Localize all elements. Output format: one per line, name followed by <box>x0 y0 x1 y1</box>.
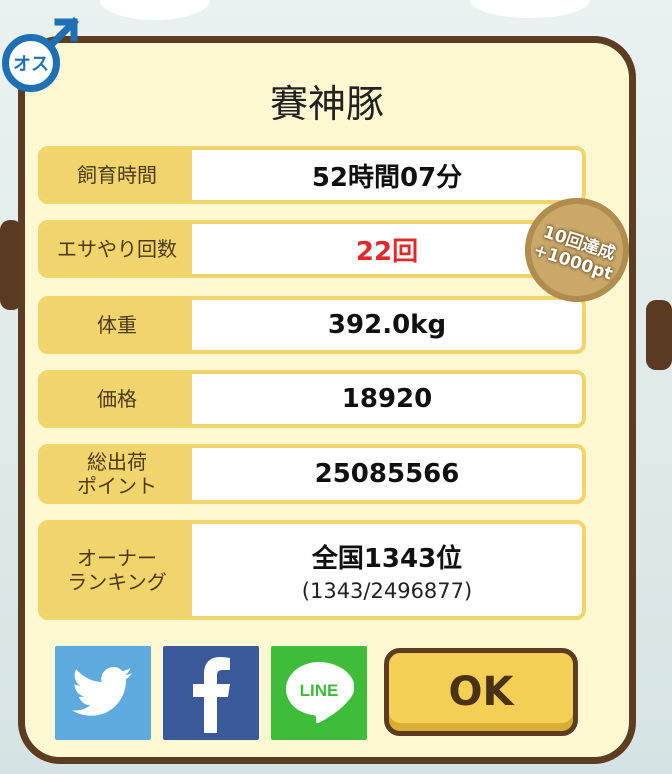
male-icon: オス <box>0 14 79 92</box>
snow-decoration <box>100 0 210 20</box>
row-value: 全国1343位 (1343/2496877) <box>192 524 582 616</box>
row-label: エサやり回数 <box>42 224 192 274</box>
facebook-icon <box>193 657 230 733</box>
row-label: 総出荷 ポイント <box>42 448 192 500</box>
snow-decoration <box>470 0 590 18</box>
achievement-badge: 10回達成 +1000pt <box>525 198 629 302</box>
feeding-count-value: 22回 <box>355 236 419 267</box>
line-icon: LINE <box>286 662 354 724</box>
tree-trunk <box>646 300 672 370</box>
row-value: 392.0kg <box>192 300 582 350</box>
twitter-icon <box>72 667 132 716</box>
row-raising-time: 飼育時間 52時間07分 <box>38 146 586 204</box>
row-weight: 体重 392.0kg <box>38 296 586 354</box>
price-value: 18920 <box>341 384 433 414</box>
line-share-button[interactable]: LINE <box>271 646 367 740</box>
row-value: 25085566 <box>192 448 582 500</box>
shipping-points-value: 25085566 <box>314 459 460 489</box>
row-value: 18920 <box>192 374 582 424</box>
row-label: 価格 <box>42 374 192 424</box>
ranking-detail: (1343/2496877) <box>301 578 473 603</box>
row-label: オーナー ランキング <box>42 524 192 616</box>
row-label: 飼育時間 <box>42 150 192 200</box>
ok-button[interactable]: OK <box>384 648 578 736</box>
facebook-share-button[interactable] <box>163 646 259 740</box>
line-label: LINE <box>300 681 339 700</box>
raising-time-value: 52時間07分 <box>311 162 463 193</box>
ranking-value: 全国1343位 <box>311 543 463 574</box>
pig-name-title: 賽神豚 <box>269 82 384 126</box>
row-label: 体重 <box>42 300 192 350</box>
row-feeding-count: エサやり回数 22回 <box>38 220 586 278</box>
twitter-share-button[interactable] <box>55 646 151 740</box>
row-owner-ranking: オーナー ランキング 全国1343位 (1343/2496877) <box>38 520 586 620</box>
weight-value: 392.0kg <box>327 310 447 340</box>
row-price: 価格 18920 <box>38 370 586 428</box>
row-total-shipping-points: 総出荷 ポイント 25085566 <box>38 444 586 504</box>
gender-label: オス <box>2 34 60 92</box>
row-value: 52時間07分 <box>192 150 582 200</box>
